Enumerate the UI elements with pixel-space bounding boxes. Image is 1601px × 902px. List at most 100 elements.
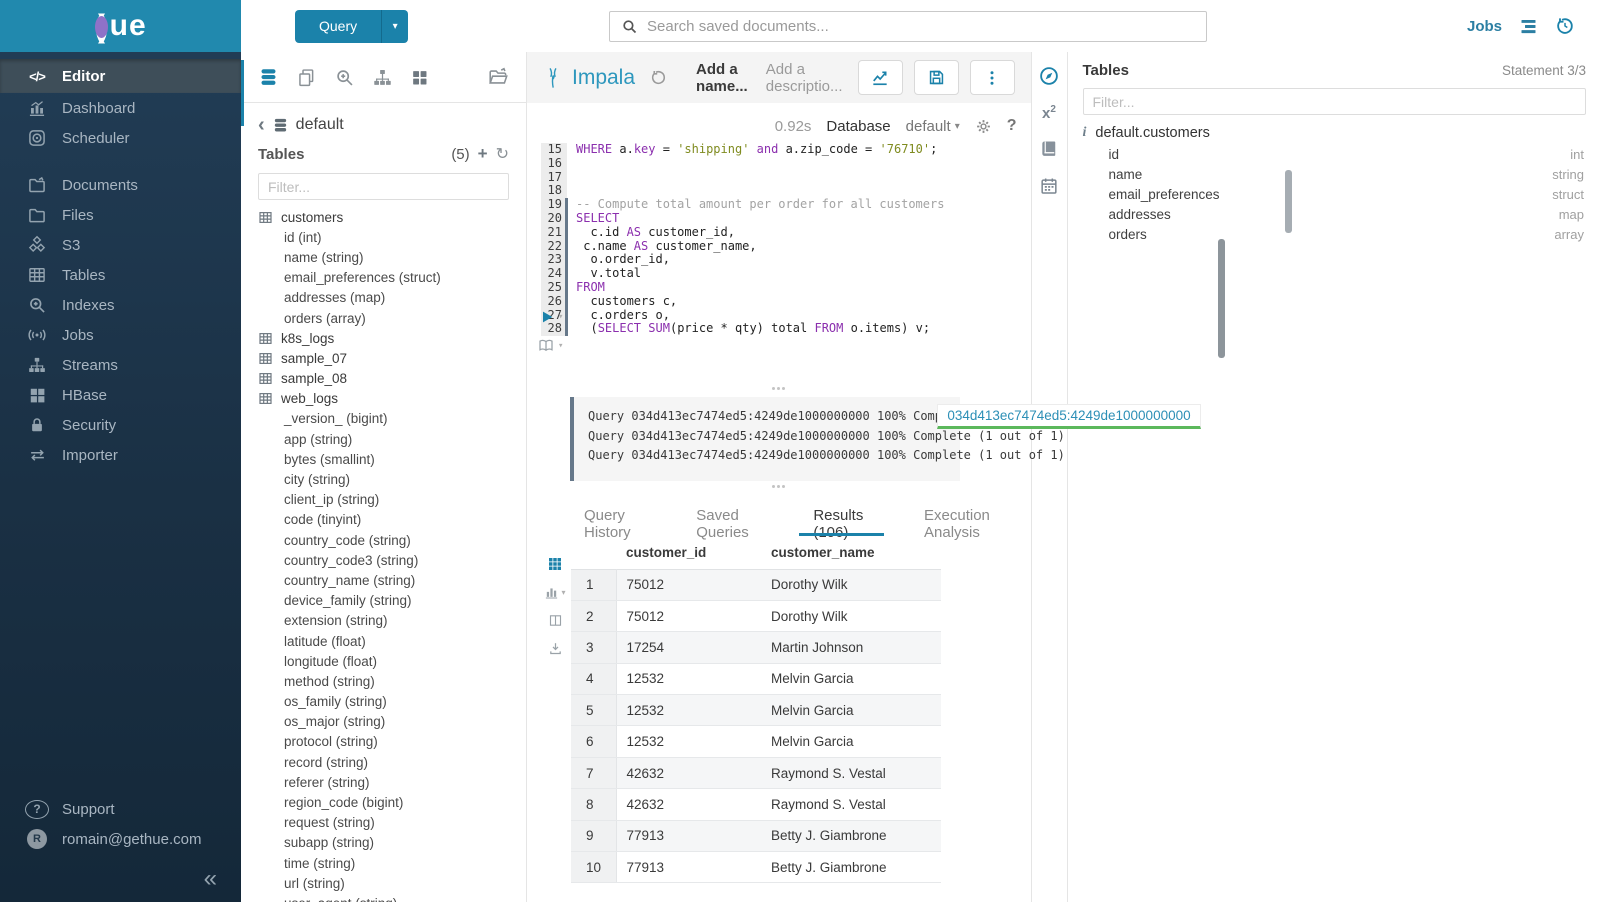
tree-column-item[interactable]: addresses (map) [258, 288, 526, 308]
tree-column-item[interactable]: city (string) [258, 469, 526, 489]
right-column-item[interactable]: idint [1083, 144, 1587, 164]
tree-column-item[interactable]: email_preferences (struct) [258, 268, 526, 288]
save-button[interactable] [914, 60, 959, 95]
refresh-icon[interactable]: ↻ [496, 144, 509, 164]
chart-view-icon[interactable]: ▾ [544, 585, 565, 600]
tree-column-item[interactable]: url (string) [258, 873, 526, 893]
sidebar-item-s3[interactable]: S3 [0, 230, 241, 260]
settings-gear-icon[interactable] [975, 118, 992, 135]
tree-column-item[interactable]: longitude (float) [258, 651, 526, 671]
tree-column-item[interactable]: method (string) [258, 671, 526, 691]
code-line[interactable]: 22 c.name AS customer_name, [541, 240, 1031, 254]
tree-column-item[interactable]: record (string) [258, 752, 526, 772]
sidebar-item-files[interactable]: Files [0, 200, 241, 230]
search-zoom-icon[interactable] [334, 67, 355, 88]
tree-column-item[interactable]: os_family (string) [258, 692, 526, 712]
active-table-name[interactable]: default.customers [1095, 125, 1209, 141]
resize-handle-top[interactable] [527, 383, 1031, 394]
sidebar-item-indexes[interactable]: Indexes [0, 290, 241, 320]
chart-options-caret[interactable]: ▾ [561, 588, 565, 597]
database-name[interactable]: default [296, 116, 344, 134]
right-column-item[interactable]: addressesmap [1083, 205, 1587, 225]
sidebar-item-streams[interactable]: Streams [0, 350, 241, 380]
sidebar-item-tables[interactable]: Tables [0, 260, 241, 290]
code-line[interactable]: 16 [541, 157, 1031, 171]
tree-column-item[interactable]: time (string) [258, 853, 526, 873]
results-column-header[interactable]: customer_id [616, 538, 761, 570]
code-line[interactable]: 18 [541, 184, 1031, 198]
code-line[interactable]: 19-- Compute total amount per order for … [541, 198, 1031, 212]
tree-column-item[interactable]: os_major (string) [258, 712, 526, 732]
tree-column-item[interactable]: country_code3 (string) [258, 550, 526, 570]
folder-open-icon[interactable] [487, 66, 509, 88]
code-line[interactable]: 24 v.total [541, 267, 1031, 281]
info-icon[interactable]: i [1083, 125, 1087, 141]
resize-handle-bottom[interactable] [527, 481, 1031, 492]
explain-options-caret[interactable]: ▾ [558, 341, 563, 351]
code-line[interactable]: 25FROM [541, 281, 1031, 295]
right-column-item[interactable]: ordersarray [1083, 225, 1587, 245]
functions-icon[interactable]: x2 [1042, 104, 1056, 122]
sql-editor[interactable]: 15WHERE a.key = 'shipping' and a.zip_cod… [527, 143, 1031, 383]
query-description-field[interactable]: Add a descriptio... [766, 61, 843, 95]
sitemap-icon[interactable] [372, 67, 393, 88]
query-id-link[interactable]: 034d413ec7474ed5:4249de1000000000 [937, 404, 1201, 429]
tree-table-item[interactable]: sample_08 [258, 369, 526, 389]
engine-selector[interactable]: Impala [543, 66, 635, 90]
tree-table-item[interactable]: k8s_logs [258, 328, 526, 348]
sidebar-item-editor[interactable]: </>Editor [0, 59, 241, 93]
hue-logo[interactable]: ()ue [94, 8, 146, 45]
tree-table-item[interactable]: sample_07 [258, 348, 526, 368]
database-select[interactable]: default▾ [906, 118, 960, 135]
content-scrollbar[interactable] [1285, 170, 1292, 233]
tree-column-item[interactable]: latitude (float) [258, 631, 526, 651]
columns-view-icon[interactable] [548, 613, 563, 628]
tables-filter-input[interactable] [258, 173, 509, 200]
global-search[interactable] [609, 11, 1207, 42]
sidebar-item-documents[interactable]: Documents [0, 170, 241, 200]
tree-column-item[interactable]: user_agent (string) [258, 893, 526, 902]
code-line[interactable]: 27 c.orders o, [541, 309, 1031, 323]
tab-results-106-[interactable]: Results (106) [786, 496, 897, 538]
tab-saved-queries[interactable]: Saved Queries [669, 496, 786, 538]
apps-grid-icon[interactable] [410, 68, 429, 87]
query-metrics-button[interactable] [858, 60, 903, 95]
language-reference-icon[interactable] [1039, 139, 1059, 159]
editor-scrollbar[interactable] [1218, 239, 1225, 358]
tree-column-item[interactable]: device_family (string) [258, 591, 526, 611]
query-history-icon[interactable] [650, 69, 667, 86]
tree-column-item[interactable]: referer (string) [258, 772, 526, 792]
more-actions-button[interactable] [970, 60, 1015, 95]
code-line[interactable]: 17 [541, 171, 1031, 185]
sidebar-item-dashboard[interactable]: Dashboard [0, 93, 241, 123]
search-input[interactable] [647, 18, 1195, 35]
run-options-caret[interactable]: ▾ [558, 312, 563, 322]
right-filter-input[interactable] [1083, 88, 1587, 115]
tab-query-history[interactable]: Query History [557, 496, 669, 538]
new-query-button[interactable]: Query ▾ [295, 10, 408, 43]
collapse-sidebar-button[interactable]: « [0, 854, 241, 894]
grid-view-icon[interactable] [547, 556, 563, 572]
right-column-item[interactable]: namestring [1083, 164, 1587, 184]
active-table-entry[interactable]: i default.customers [1083, 125, 1587, 141]
tree-column-item[interactable]: protocol (string) [258, 732, 526, 752]
tree-column-item[interactable]: subapp (string) [258, 833, 526, 853]
editor-assistant-icon[interactable] [1038, 65, 1060, 87]
tree-column-item[interactable]: request (string) [258, 813, 526, 833]
databases-source-icon[interactable] [258, 67, 279, 88]
help-icon[interactable]: ? [1007, 117, 1017, 135]
tree-column-item[interactable]: country_name (string) [258, 570, 526, 590]
query-dropdown-caret[interactable]: ▾ [381, 10, 408, 43]
query-name-field[interactable]: Add a name... [696, 61, 751, 95]
tree-column-item[interactable]: app (string) [258, 429, 526, 449]
documents-source-icon[interactable] [296, 67, 317, 88]
tree-column-item[interactable]: bytes (smallint) [258, 449, 526, 469]
tab-execution-analysis[interactable]: Execution Analysis [897, 496, 1030, 538]
jobs-list-icon[interactable] [1518, 16, 1539, 37]
query-button-label[interactable]: Query [295, 10, 381, 43]
code-line[interactable]: 20SELECT [541, 212, 1031, 226]
sidebar-item-user[interactable]: R romain@gethue.com [0, 824, 241, 854]
tree-column-item[interactable]: region_code (bigint) [258, 792, 526, 812]
tree-column-item[interactable]: orders (array) [258, 308, 526, 328]
tree-column-item[interactable]: name (string) [258, 247, 526, 267]
